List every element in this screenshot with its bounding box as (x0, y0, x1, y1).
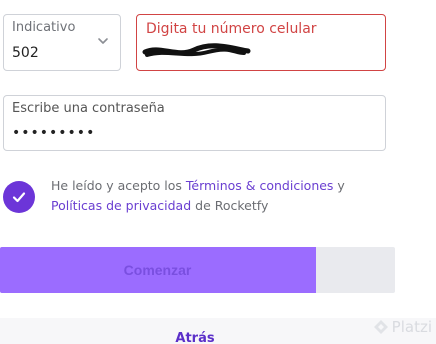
country-code-value: 502 (12, 45, 39, 61)
terms-checkbox[interactable] (3, 181, 35, 213)
terms-conditions-link[interactable]: Términos & condiciones (186, 178, 334, 193)
platzi-watermark: Platzi (373, 318, 432, 336)
terms-connector: y (333, 178, 345, 193)
platzi-logo-icon (373, 320, 388, 334)
terms-suffix: de Rocketfy (191, 198, 269, 213)
redaction-scribble (142, 43, 251, 57)
back-link[interactable]: Atrás (165, 331, 225, 344)
password-value: ••••••••• (12, 125, 96, 141)
password-field[interactable]: Escribe una contraseña ••••••••• (3, 95, 386, 151)
watermark-text: Platzi (391, 318, 432, 336)
start-button[interactable]: Comenzar (0, 247, 395, 293)
chevron-down-icon (98, 38, 108, 44)
check-icon (12, 192, 26, 203)
password-label: Escribe una contraseña (12, 101, 165, 116)
terms-text: He leído y acepto los Términos & condici… (51, 176, 396, 216)
country-code-select[interactable]: Indicativo 502 (3, 14, 121, 71)
terms-prefix: He leído y acepto los (51, 178, 186, 193)
start-button-label: Comenzar (123, 262, 192, 278)
privacy-policy-link[interactable]: Políticas de privacidad (51, 198, 191, 213)
country-code-label: Indicativo (12, 20, 76, 35)
phone-number-label: Digita tu número celular (146, 21, 317, 37)
phone-number-field[interactable]: Digita tu número celular (136, 14, 386, 71)
